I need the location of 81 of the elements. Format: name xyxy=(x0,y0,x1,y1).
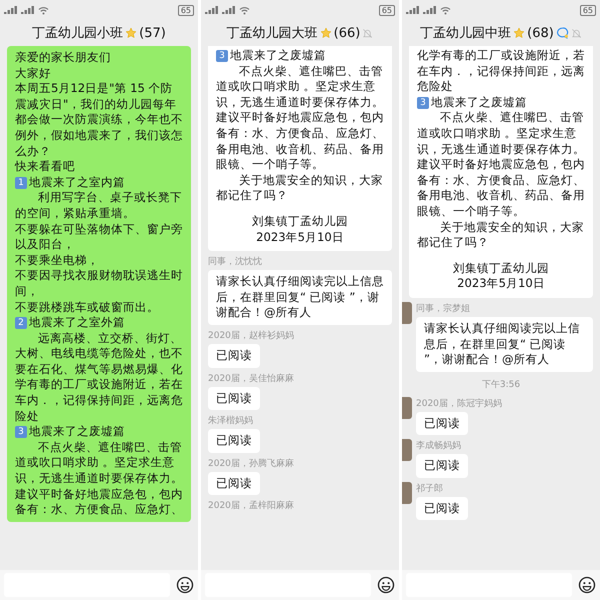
message-paragraph: 不点火柴、遮住嘴巴、击管道或吹口哨求助 。坚定求生意识，无逃生通道时要保存体力。建议平时备好地震应急包，包内备有：水、方便食品、应急灯、 xyxy=(15,440,183,518)
message-paragraph: 化学有毒的工厂或设施附近，若在车内．，记得保持间距，远离危险处 xyxy=(417,48,585,95)
signal-icon xyxy=(205,6,219,14)
sender-name: 2020届，孙腾飞麻麻 xyxy=(208,458,294,470)
sender-name: 祁子郎 xyxy=(416,482,443,495)
message-paragraph: 不要跳楼跳车或破窗而出。 xyxy=(15,300,160,316)
message-paragraph: 不点火柴、遮住嘴巴、击管道或吹口哨求助 。坚定求生意识，无逃生通道时要保存体力。建议平时备好地震应急包，包内备有：水、方便食品、应急灯、备用电池、收音机、药品、备用眼镜、一个哨子等。 xyxy=(417,110,585,220)
sender-name: 2020届，吴佳怡麻麻 xyxy=(208,372,294,384)
chat-title: 丁孟幼儿园中班 xyxy=(420,25,512,42)
number-key-icon: 1 xyxy=(15,176,27,189)
signal-icon xyxy=(4,6,18,14)
number-key-icon: 3 xyxy=(216,50,228,62)
avatar-placeholder[interactable] xyxy=(402,482,412,504)
battery-level: 65 xyxy=(178,4,194,16)
emoji-icon[interactable] xyxy=(578,576,596,594)
message-paragraph: 已阅读 xyxy=(216,433,252,449)
number-key-icon: 3 xyxy=(417,96,429,109)
section-heading: 地震来了之废墟篇 xyxy=(29,424,125,440)
date-text: 2023年5月10日 xyxy=(255,230,345,246)
message-paragraph: 请家长认真仔细阅读完以上信息后，在群里回复“ 已阅读 ”，谢谢配合！@所有人 xyxy=(424,320,581,368)
sender-name: 同事，沈忱忱 xyxy=(208,256,262,268)
date-text: 2023年5月10日 xyxy=(456,276,546,292)
star-icon xyxy=(320,27,332,39)
message-paragraph: 不要因寻找衣服财物耽误逃生时间， xyxy=(15,268,183,300)
message-paragraph: 已阅读 xyxy=(424,458,460,474)
avatar-placeholder[interactable] xyxy=(402,302,412,324)
section-heading: 地震来了之室内篇 xyxy=(29,174,125,190)
message-paragraph: 已阅读 xyxy=(216,390,252,406)
avatar-placeholder[interactable] xyxy=(402,396,412,419)
number-key-icon: 2 xyxy=(15,316,27,329)
member-count: (57) xyxy=(139,26,166,40)
muted-bell-icon xyxy=(362,28,374,38)
message-paragraph: 不点火柴、遮住嘴巴、击管道或吹口哨求助 。坚定求生意识，无逃生通道时要保存体力。建议平时备好地震应急包，包内备有：水、方便食品、应急灯、备用电池、收音机、药品、备用眼镜、一个哨子等。 xyxy=(216,64,384,173)
battery-level: 65 xyxy=(378,4,395,16)
message-paragraph: 关于地震安全的知识，大家都记住了吗？ xyxy=(417,220,585,251)
chat-title: 丁孟幼儿园大班 xyxy=(226,25,318,42)
wifi-icon xyxy=(440,6,451,14)
message-paragraph: 关于地震安全的知识，大家都记住了吗？ xyxy=(216,172,384,204)
battery-level: 65 xyxy=(580,4,596,16)
timestamp: 下午3:56 xyxy=(482,378,520,391)
sender-name: 2020届，陈冠宇妈妈 xyxy=(416,398,502,410)
message-paragraph: 不要躲在可坠落物体下、窗户旁以及阳台， xyxy=(15,222,183,253)
member-count: (66) xyxy=(334,26,360,40)
message-paragraph: 已阅读 xyxy=(216,476,252,492)
signal-icon xyxy=(423,6,437,14)
message-paragraph: 利用写字台、桌子或长凳下的空间，紧贴承重墙。 xyxy=(15,190,183,222)
star-icon xyxy=(513,27,526,39)
sender-name: 同事，宗梦姐 xyxy=(416,302,470,315)
message-paragraph: 请家长认真仔细阅读完以上信息后，在群里回复“ 已阅读 ”，谢谢配合！@所有人 xyxy=(216,274,384,321)
avatar-placeholder[interactable] xyxy=(402,439,412,462)
number-key-icon: 3 xyxy=(15,426,27,438)
signal-icon xyxy=(21,6,35,14)
signal-icon xyxy=(222,6,236,14)
star-icon xyxy=(125,27,138,39)
sender-name: 2020届，赵梓衫妈妈 xyxy=(208,330,294,342)
signature-text: 刘集镇丁孟幼儿园 xyxy=(251,214,349,230)
message-paragraph: 已阅读 xyxy=(424,500,460,516)
emoji-icon[interactable] xyxy=(176,576,194,594)
wifi-icon xyxy=(239,6,250,14)
section-heading: 地震来了之废墟篇 xyxy=(230,48,326,64)
signature-text: 刘集镇丁孟幼儿园 xyxy=(452,260,550,276)
emoji-icon[interactable] xyxy=(377,576,395,594)
section-heading: 地震来了之室外篇 xyxy=(29,315,125,331)
section-heading: 地震来了之废墟篇 xyxy=(431,94,527,110)
sender-name: 朱泽楷妈妈 xyxy=(208,414,253,428)
signal-icon xyxy=(406,6,420,14)
message-paragraph: 远离高楼、立交桥、街灯、大树、电线电缆等危险处，也不要在石化、煤气等易燃易爆、化学有毒的工厂或设施附近，若在车内．，记得保持间距，远离危险处 xyxy=(15,330,183,424)
chat-bubble-icon xyxy=(556,27,569,39)
member-count: (68) xyxy=(527,26,554,40)
message-paragraph: 已阅读 xyxy=(424,416,460,432)
message-paragraph: 不要乘坐电梯， xyxy=(15,252,100,268)
message-paragraph: 快来看看吧 xyxy=(15,159,76,175)
muted-bell-icon xyxy=(570,28,582,38)
sender-name: 李成畅妈妈 xyxy=(416,440,461,452)
message-paragraph: 本周五5月12日是"第 15 个防震减灾日"，我们的幼儿园每年都会做一次防震演练，今年也不例外，假如地震来了，我们该怎么办？ xyxy=(15,81,183,160)
sender-name: 2020届，孟梓阳麻麻 xyxy=(208,500,295,512)
chat-title: 丁孟幼儿园小班 xyxy=(32,25,124,42)
message-paragraph: 已阅读 xyxy=(216,348,252,364)
wifi-icon xyxy=(38,6,49,14)
message-paragraph: 大家好 xyxy=(15,66,52,82)
message-paragraph: 亲爱的家长朋友们 xyxy=(15,50,112,66)
